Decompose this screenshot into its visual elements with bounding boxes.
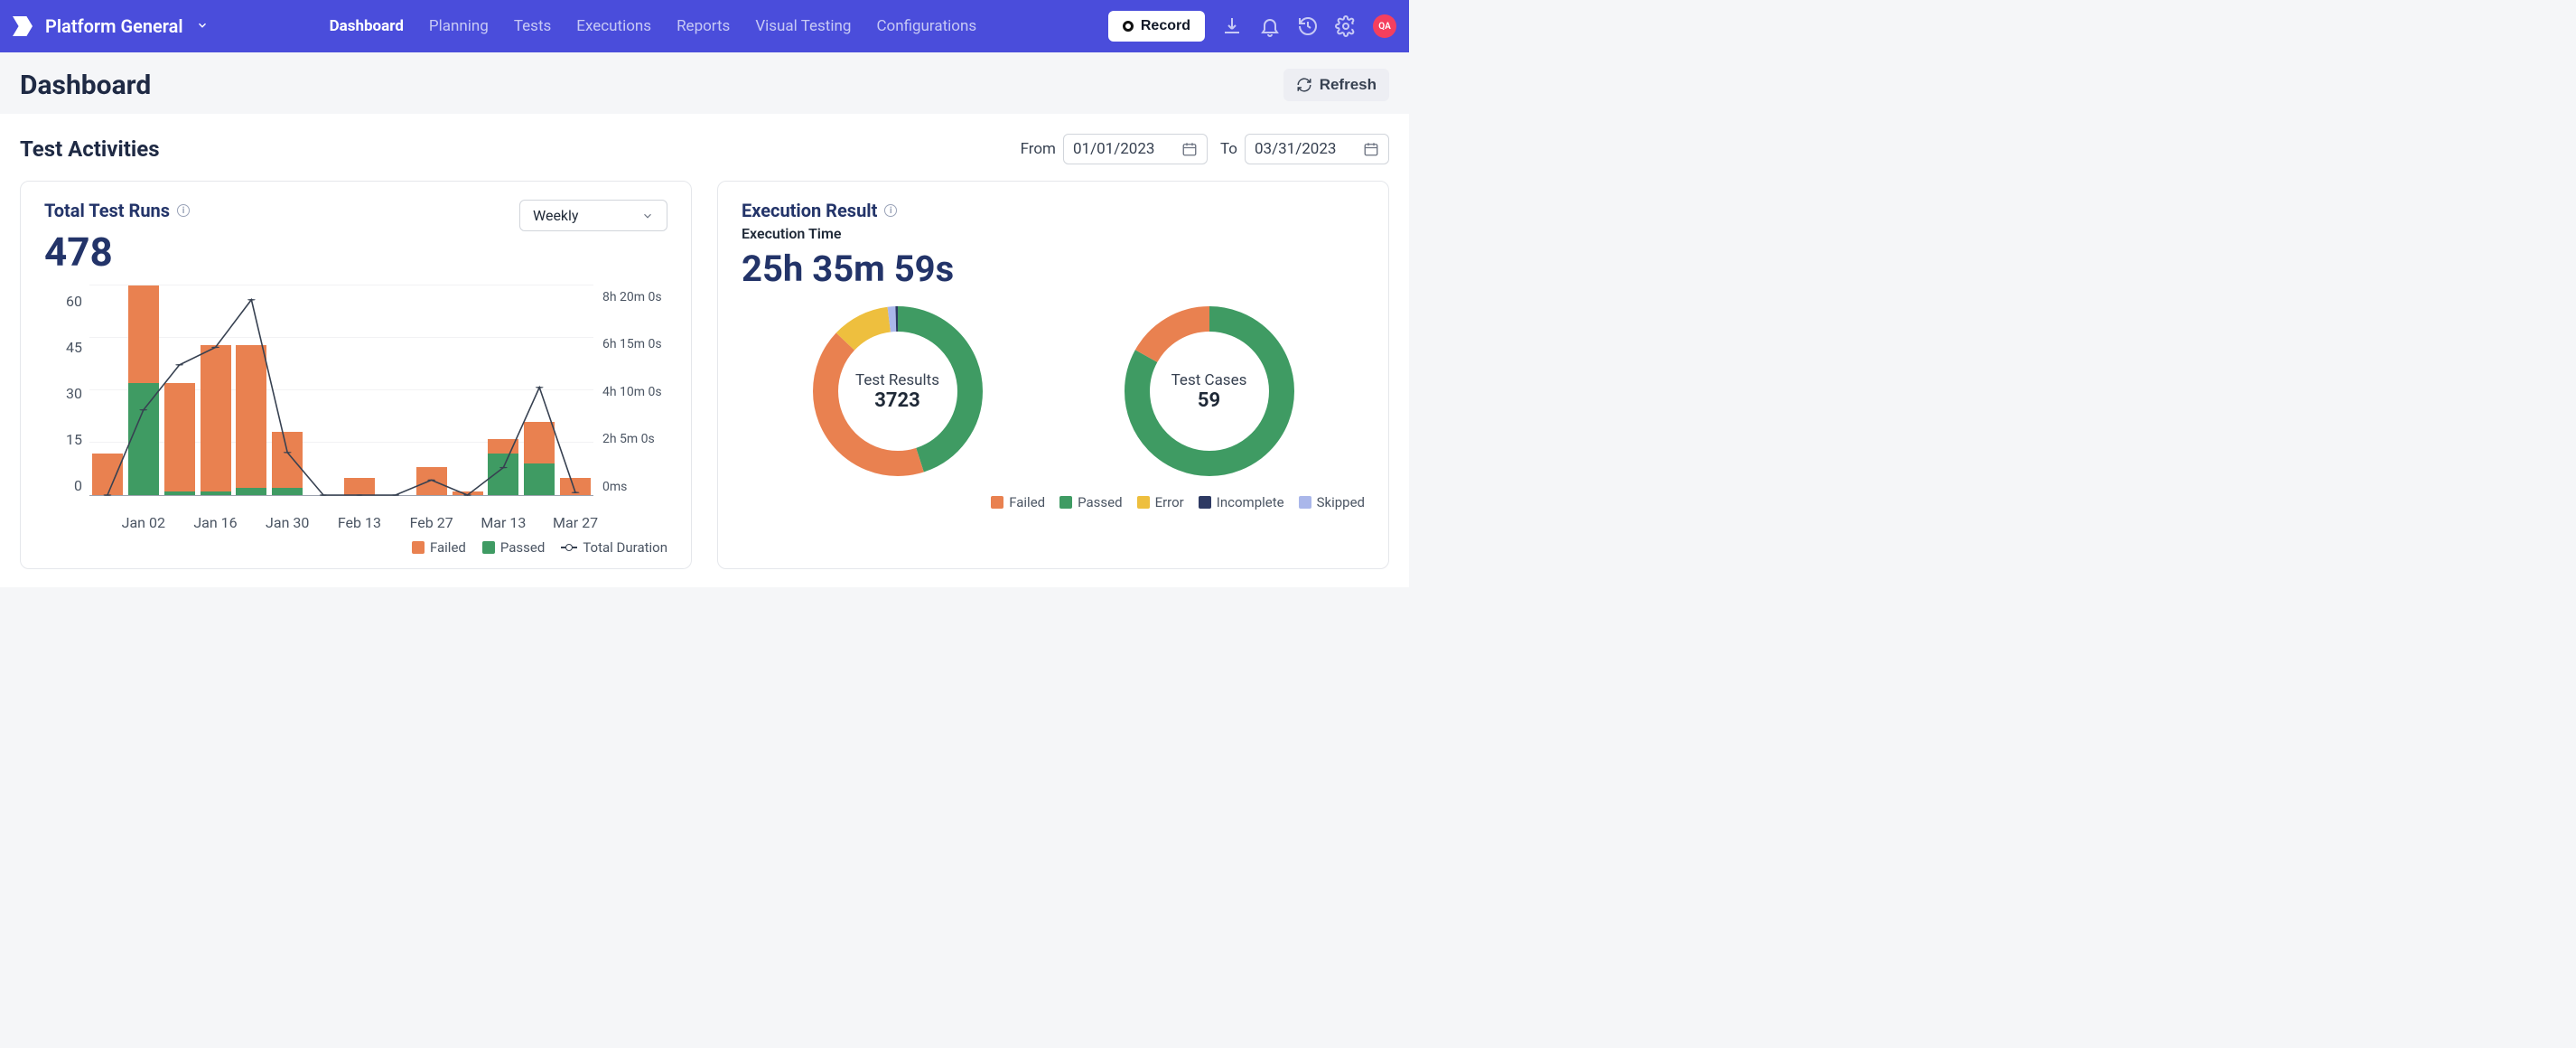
chevron-down-icon xyxy=(196,18,209,35)
refresh-button[interactable]: Refresh xyxy=(1283,69,1389,101)
legend-item-passed[interactable]: Passed xyxy=(482,539,545,556)
period-value: Weekly xyxy=(533,207,579,224)
tab-executions[interactable]: Executions xyxy=(576,17,651,35)
record-label: Record xyxy=(1141,18,1190,34)
legend-item-skipped[interactable]: Skipped xyxy=(1299,494,1365,510)
refresh-icon xyxy=(1296,77,1312,93)
period-select[interactable]: Weekly xyxy=(519,200,667,231)
y-axis-right: 8h 20m 0s6h 15m 0s4h 10m 0s2h 5m 0s0ms xyxy=(593,286,667,510)
top-nav: Platform General Dashboard Planning Test… xyxy=(0,0,1409,52)
info-icon[interactable]: i xyxy=(177,204,190,217)
total-test-runs-title: Total Test Runs xyxy=(44,200,170,221)
content: Test Activities From 01/01/2023 To 03/31… xyxy=(0,114,1409,587)
execution-time-label: Execution Time xyxy=(742,225,1365,242)
nav-right: Record QA xyxy=(1108,11,1396,42)
page-title: Dashboard xyxy=(20,70,151,101)
panels: Total Test Runs i 478 Weekly 604530150 xyxy=(20,181,1389,569)
record-button[interactable]: Record xyxy=(1108,11,1205,42)
legend-item-failed[interactable]: Failed xyxy=(991,494,1045,510)
bell-icon[interactable] xyxy=(1259,15,1281,37)
section-title: Test Activities xyxy=(20,136,160,162)
execution-time-value: 25h 35m 59s xyxy=(742,248,1365,290)
legend-item-error[interactable]: Error xyxy=(1137,494,1184,510)
legend-item-incomplete[interactable]: Incomplete xyxy=(1199,494,1284,510)
legend-item-passed[interactable]: Passed xyxy=(1059,494,1122,510)
donut-test-results: Test Results 3723 xyxy=(807,301,988,482)
info-icon[interactable]: i xyxy=(884,204,897,217)
total-test-runs-panel: Total Test Runs i 478 Weekly 604530150 xyxy=(20,181,692,569)
from-label: From xyxy=(1021,140,1056,158)
tab-reports[interactable]: Reports xyxy=(677,17,730,35)
execution-result-title: Execution Result xyxy=(742,200,877,221)
donut1-label: Test Results xyxy=(855,371,939,389)
workspace-title: Platform General xyxy=(45,15,183,37)
bar-chart-legend: Failed Passed Total Duration xyxy=(44,539,667,556)
donut-legend: Failed Passed Error Incomplete Skipped xyxy=(742,494,1365,510)
to-date-value: 03/31/2023 xyxy=(1255,140,1336,158)
donut2-value: 59 xyxy=(1198,389,1220,412)
calendar-icon xyxy=(1363,141,1379,157)
from-date-input[interactable]: 01/01/2023 xyxy=(1063,134,1208,164)
date-range: From 01/01/2023 To 03/31/2023 xyxy=(1021,134,1389,164)
tab-visual-testing[interactable]: Visual Testing xyxy=(755,17,851,35)
record-icon xyxy=(1123,21,1134,32)
section-header: Test Activities From 01/01/2023 To 03/31… xyxy=(20,134,1389,164)
tab-dashboard[interactable]: Dashboard xyxy=(330,17,404,35)
calendar-icon xyxy=(1181,141,1198,157)
plot-area xyxy=(89,286,593,496)
y-axis-left: 604530150 xyxy=(44,286,89,510)
donut-test-cases: Test Cases 59 xyxy=(1119,301,1300,482)
total-test-runs-value: 478 xyxy=(44,229,190,276)
history-icon[interactable] xyxy=(1297,15,1319,37)
nav-tabs: Dashboard Planning Tests Executions Repo… xyxy=(330,17,1108,35)
download-icon[interactable] xyxy=(1221,15,1243,37)
duration-line xyxy=(89,286,593,495)
to-date-input[interactable]: 03/31/2023 xyxy=(1245,134,1389,164)
bar-chart: 604530150 8h 20m 0s6h 15m 0s4h 10m 0s2h … xyxy=(44,286,667,532)
from-date-value: 01/01/2023 xyxy=(1073,140,1154,158)
legend-item-failed[interactable]: Failed xyxy=(412,539,466,556)
x-axis: Jan 02Jan 16Jan 30Feb 13Feb 27Mar 13Mar … xyxy=(89,510,593,532)
legend-item-duration[interactable]: Total Duration xyxy=(561,539,667,556)
tab-planning[interactable]: Planning xyxy=(429,17,489,35)
brand-logo-icon xyxy=(13,16,33,36)
donut2-label: Test Cases xyxy=(1171,371,1247,389)
avatar-button[interactable]: QA xyxy=(1373,14,1396,38)
donut-charts: Test Results 3723 Test Cases 59 xyxy=(742,301,1365,482)
to-label: To xyxy=(1220,140,1237,158)
brand[interactable]: Platform General xyxy=(13,15,209,37)
page-header: Dashboard Refresh xyxy=(0,52,1409,114)
execution-result-panel: Execution Result i Execution Time 25h 35… xyxy=(717,181,1389,569)
gear-icon[interactable] xyxy=(1335,15,1357,37)
donut1-value: 3723 xyxy=(874,389,920,412)
chevron-down-icon xyxy=(641,210,654,222)
refresh-label: Refresh xyxy=(1320,76,1377,94)
tab-tests[interactable]: Tests xyxy=(514,17,551,35)
tab-configurations[interactable]: Configurations xyxy=(876,17,976,35)
